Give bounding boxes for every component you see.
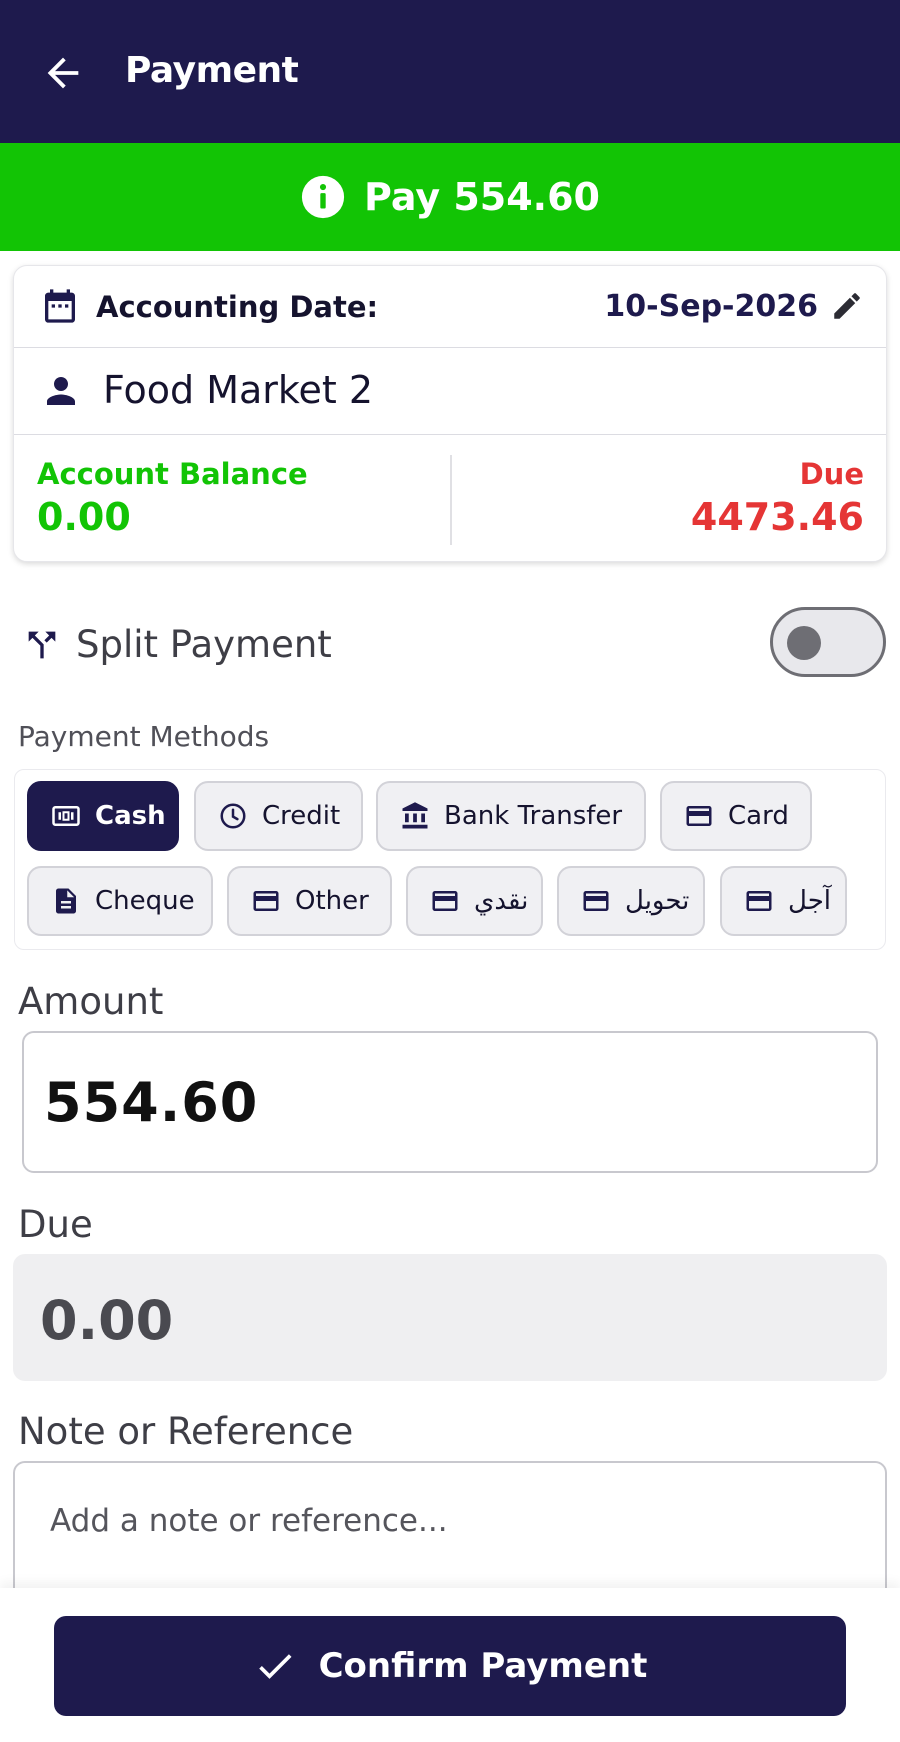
amount-input[interactable]: 554.60 — [22, 1031, 878, 1173]
cash-icon — [52, 806, 80, 826]
customer-name: Food Market 2 — [103, 368, 374, 412]
method-chip-credit[interactable]: Credit — [194, 781, 363, 851]
split-payment-label: Split Payment — [76, 623, 332, 666]
method-chip-label: Credit — [262, 801, 341, 831]
payment-methods-label: Payment Methods — [18, 720, 270, 753]
method-chip-label: نقدي — [474, 886, 529, 916]
pay-banner: Pay 554.60 — [0, 143, 900, 251]
due-summary-label: Due — [799, 457, 864, 491]
method-chip-tahweel[interactable]: تحويل — [557, 866, 705, 936]
info-icon — [301, 175, 345, 219]
person-icon — [47, 377, 75, 405]
page-title: Payment — [125, 50, 299, 91]
divider — [450, 455, 452, 545]
edit-pencil-icon[interactable] — [830, 289, 864, 323]
method-chip-label: Cheque — [95, 886, 195, 916]
method-chip-label: Other — [295, 886, 369, 916]
due-label: Due — [18, 1203, 93, 1246]
method-chip-cash[interactable]: Cash — [27, 781, 179, 851]
credit-card-icon — [686, 806, 712, 826]
method-chip-cheque[interactable]: Cheque — [27, 866, 213, 936]
bank-icon — [402, 802, 428, 829]
document-icon — [56, 888, 76, 914]
payment-methods-group: Cash Credit Bank Transfer Card Cheque Ot… — [14, 769, 886, 950]
app-bar: Payment — [0, 0, 900, 143]
method-chip-label: Card — [728, 801, 789, 831]
accounting-date-label: Accounting Date: — [96, 290, 379, 324]
check-icon — [258, 1654, 292, 1679]
toggle-knob — [787, 626, 821, 660]
method-chip-label: Bank Transfer — [444, 801, 623, 831]
amount-label: Amount — [18, 980, 164, 1023]
method-chip-other[interactable]: Other — [227, 866, 392, 936]
amount-value: 554.60 — [44, 1071, 259, 1134]
pay-amount-text: Pay 554.60 — [364, 175, 600, 219]
balance-row: Account Balance 0.00 Due 4473.46 — [14, 435, 886, 563]
split-payment-toggle[interactable] — [770, 607, 886, 677]
calendar-icon — [45, 289, 75, 323]
credit-card-icon — [253, 891, 279, 911]
customer-row: Food Market 2 — [14, 348, 886, 435]
credit-card-icon — [583, 891, 609, 911]
due-summary-value: 4473.46 — [690, 495, 864, 539]
method-chip-ajal[interactable]: آجل — [720, 866, 847, 936]
due-value: 0.00 — [40, 1289, 174, 1352]
call-split-icon — [28, 631, 56, 659]
method-chip-label: آجل — [788, 886, 831, 916]
account-balance-value: 0.00 — [37, 495, 131, 539]
bottom-action-bar: Confirm Payment — [0, 1588, 900, 1742]
note-label: Note or Reference — [18, 1410, 354, 1453]
method-chip-naqdi[interactable]: نقدي — [406, 866, 543, 936]
due-field: 0.00 — [13, 1254, 887, 1381]
accounting-date-value[interactable]: 10-Sep-2026 — [604, 289, 818, 324]
split-payment-row: Split Payment — [18, 605, 888, 685]
method-chip-bank-transfer[interactable]: Bank Transfer — [376, 781, 646, 851]
credit-card-icon — [432, 891, 458, 911]
accounting-date-row[interactable]: Accounting Date: 10-Sep-2026 — [14, 266, 886, 348]
clock-icon — [220, 803, 246, 829]
method-chip-label: Cash — [95, 801, 166, 831]
account-balance-label: Account Balance — [37, 457, 308, 491]
method-chip-label: تحويل — [625, 886, 690, 916]
confirm-payment-label: Confirm Payment — [318, 1646, 648, 1686]
credit-card-icon — [746, 891, 772, 911]
arrow-left-icon[interactable] — [40, 50, 86, 96]
note-placeholder: Add a note or reference... — [50, 1503, 448, 1539]
method-chip-card[interactable]: Card — [660, 781, 812, 851]
confirm-payment-button[interactable]: Confirm Payment — [54, 1616, 846, 1716]
payment-summary-card: Accounting Date: 10-Sep-2026 Food Market… — [13, 265, 887, 562]
